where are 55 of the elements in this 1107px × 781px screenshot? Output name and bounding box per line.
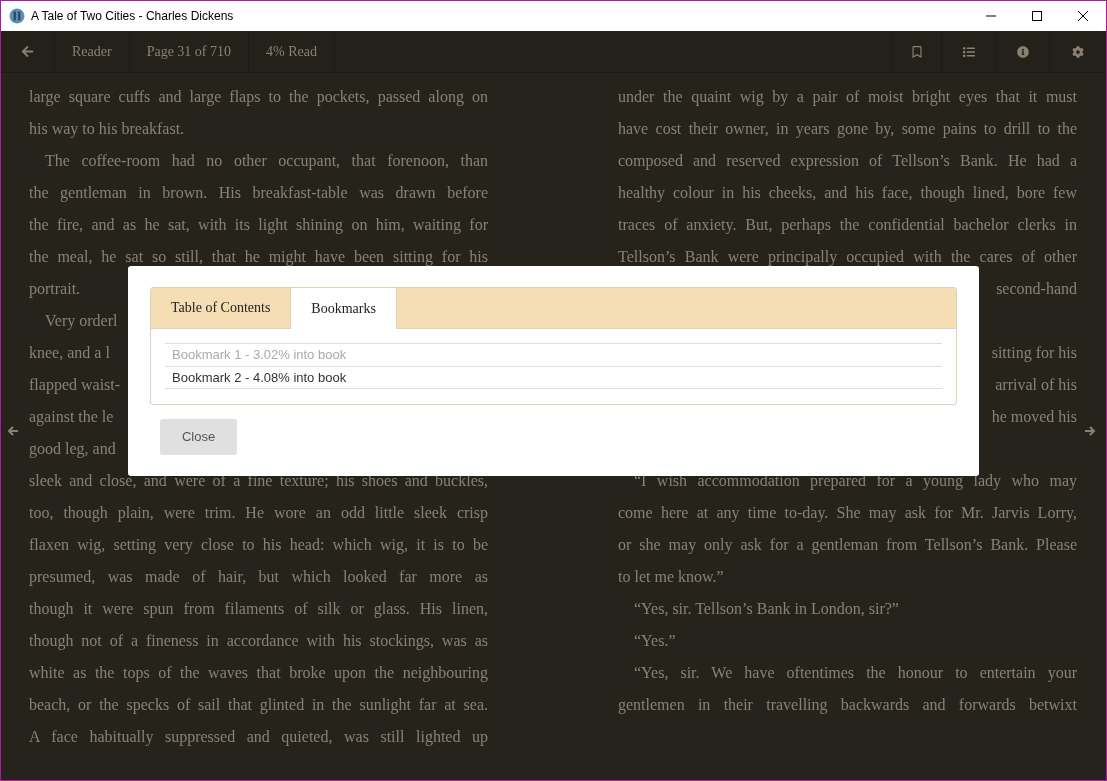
text-line: the gentleman in brown. His breakfast-table was drawn before — [29, 183, 488, 204]
text-line: healthy colour in his cheeks, and his face, though lined, bore few — [618, 183, 1077, 204]
book-icon — [9, 8, 25, 24]
text-line: Tellson’s Bank were principally occupied with the cares of other — [618, 247, 1077, 268]
text-line: large square cuffs and large flaps to the pockets, passed along on — [29, 87, 488, 108]
text-line: though it were spun from filaments of silk or glass. His linen, — [29, 599, 488, 620]
text-line: second-hand — [996, 279, 1077, 299]
text-line: come here at any time to-day. She may ask for Mr. Jarvis Lorry, — [618, 503, 1077, 524]
text-line: flapped waist- — [29, 375, 121, 396]
text-line: portrait. — [29, 279, 81, 300]
close-icon — [1078, 11, 1088, 21]
info-icon — [1017, 45, 1029, 58]
text-line: the meal, he sat so still, that he might have been sitting for his — [29, 247, 488, 268]
text-line: A face habitually suppressed and quieted, was still lighted up — [29, 727, 488, 748]
toolbar-item[interactable]: 4% Read — [249, 31, 335, 72]
text-line: the fire, and as he sat, with its light shining on him, waiting for — [29, 215, 488, 236]
text-line: arrival of his — [995, 375, 1077, 395]
text-line: have cost their owner, in years gone by, some pains to drill to the — [618, 119, 1077, 140]
text-line: Very orderl — [45, 311, 118, 332]
toolbar-item[interactable]: Reader — [55, 31, 130, 72]
text-line: traces of anxiety. But, perhaps the confidential bachelor clerks in — [618, 215, 1077, 236]
back-arrow-icon — [21, 45, 34, 58]
text-line: sitting for his — [991, 343, 1077, 364]
text-line: “Yes, sir. Tellson’s Bank in London, sir?” — [634, 599, 899, 619]
text-line: against the le — [29, 407, 114, 428]
text-line: his way to his breakfast. — [29, 119, 185, 140]
text-line: too, though plain, were trim. He wore an odd little sleek crisp — [29, 503, 488, 524]
text-line: “Yes.” — [634, 631, 676, 651]
text-line: to let me know.” — [618, 567, 724, 587]
text-line: The coffee-room had no other occupant, that forenoon, than — [44, 151, 488, 172]
maximize-icon — [1032, 11, 1042, 21]
text-line: good leg, and — [29, 439, 116, 460]
list-icon — [963, 45, 975, 58]
text-line: presumed, was made of hair, but which looked far more as — [29, 567, 488, 588]
text-line: knee, and a l — [29, 343, 110, 363]
text-line: or she may only ask for a gentleman from Tellson’s Bank. Please — [618, 535, 1077, 556]
tab[interactable]: Table of Contents — [151, 287, 291, 328]
text-line: composed and reserved expression of Tellson’s Bank. He had a — [618, 151, 1077, 172]
text-line: under the quaint wig by a pair of moist bright eyes that it must — [618, 87, 1077, 108]
text-line: though not of a fineness in accordance with his stockings, was as — [29, 631, 488, 652]
text-line: beach, or the specks of sail that glinted in the sunlight far at sea. — [29, 695, 488, 716]
text-line: white as the tops of the waves that broke upon the neighbouring — [29, 663, 488, 684]
close-button[interactable]: Close — [160, 419, 237, 455]
text-line: “Yes, sir. We have oftentimes the honour to entertain your — [633, 663, 1077, 684]
text-line: gentlemen in their travelling backwards and forwards betwixt — [618, 695, 1077, 716]
window-title: A Tale of Two Cities - Charles Dickens — [31, 8, 234, 25]
text-line: he moved his — [991, 407, 1077, 427]
bookmark-icon — [911, 45, 923, 58]
tab[interactable]: Bookmarks — [290, 287, 397, 329]
previous-page-icon[interactable] — [7, 425, 19, 437]
next-page-icon[interactable] — [1084, 425, 1096, 437]
bookmark-item[interactable]: Bookmark 2 - 4.08% into book — [165, 366, 942, 389]
settings-icon — [1072, 45, 1084, 58]
text-line: flaxen wig, setting very close to his head: which wig, it is to be — [29, 535, 488, 556]
toolbar-item[interactable]: Page 31 of 710 — [129, 31, 250, 72]
